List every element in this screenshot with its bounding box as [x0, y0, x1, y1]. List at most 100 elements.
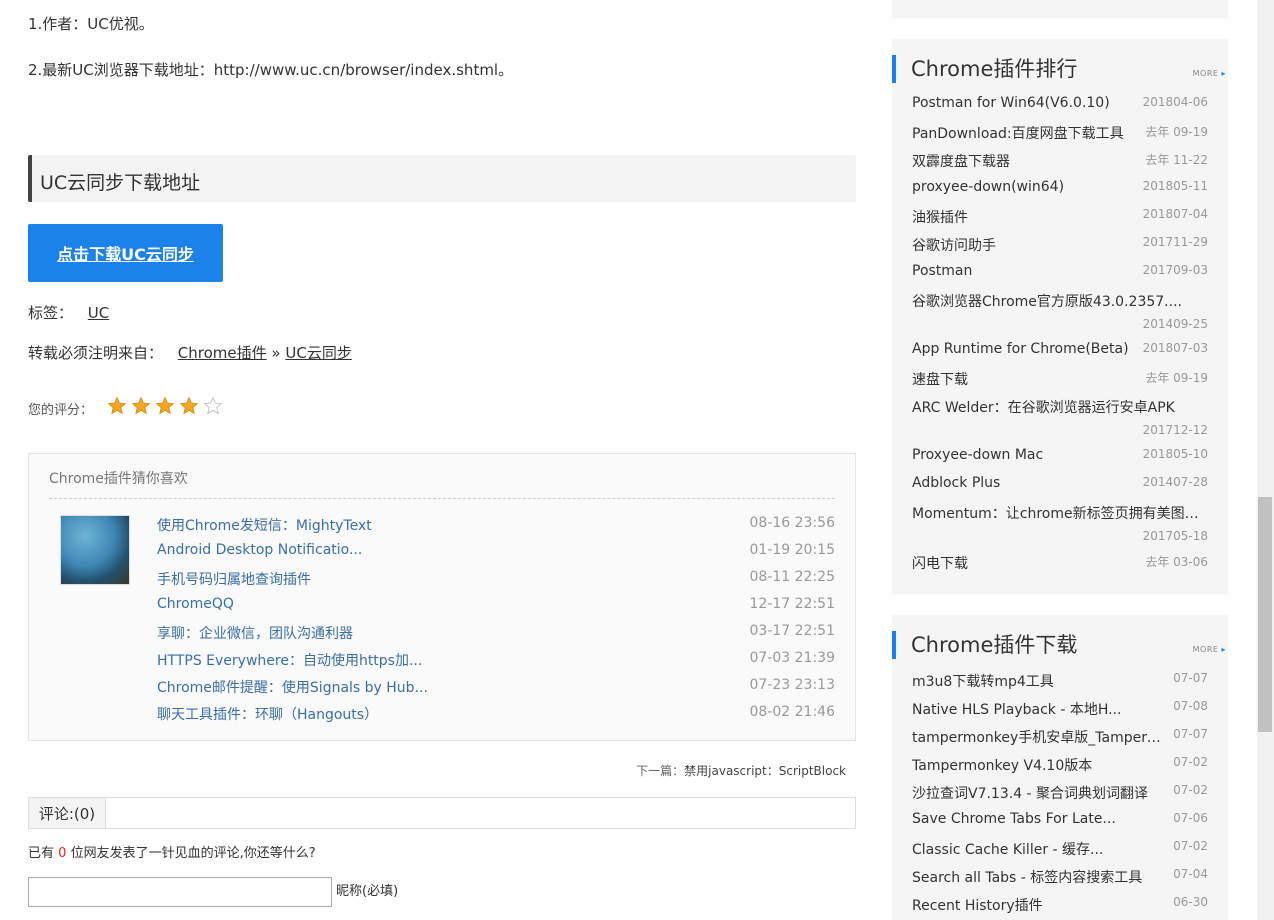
recommend-item[interactable]: Chrome邮件提醒：使用Signals by Hub... 07-23 23:1… — [157, 677, 835, 697]
download-item-title[interactable]: Native HLS Playback - 本地H... — [912, 699, 1122, 719]
scrollbar-thumb[interactable] — [1258, 497, 1272, 732]
ranking-item-title[interactable]: proxyee-down(win64) — [912, 179, 1064, 195]
star-filled-icon[interactable] — [107, 396, 127, 416]
ranking-item-title[interactable]: ARC Welder：在谷歌浏览器运行安卓APK — [912, 397, 1175, 417]
more-arrow-icon: ▸ — [1221, 645, 1226, 654]
recommend-box: Chrome插件猜你喜欢 使用Chrome发短信：MightyText 08-16… — [28, 453, 856, 741]
more-arrow-icon: ▸ — [1221, 69, 1226, 78]
ranking-item[interactable]: 谷歌访问助手 201711-29 — [912, 235, 1208, 255]
page-scrollbar[interactable] — [1257, 0, 1274, 920]
download-item[interactable]: 沙拉查词V7.13.4 - 聚合词典划词翻译 07-02 — [912, 783, 1208, 803]
ranking-item-title[interactable]: 双霹度盘下载器 — [912, 151, 1010, 171]
recommend-item-title[interactable]: 使用Chrome发短信：MightyText — [157, 515, 372, 535]
section-heading-text: UC云同步下载地址 — [40, 172, 201, 194]
ranking-item-title[interactable]: Postman for Win64(V6.0.10) — [912, 95, 1110, 111]
ranking-item[interactable]: 谷歌浏览器Chrome官方原版43.0.2357.... 201409-25 — [912, 291, 1208, 331]
ranking-item-title[interactable]: Postman — [912, 263, 972, 279]
download-button[interactable]: 点击下载UC云同步 — [28, 224, 223, 282]
ranking-item-title[interactable]: 谷歌访问助手 — [912, 235, 996, 255]
recommend-item-title[interactable]: 手机号码归属地查询插件 — [157, 569, 311, 589]
source-link-uc-sync[interactable]: UC云同步 — [285, 344, 351, 362]
download-item[interactable]: Search all Tabs - 标签内容搜索工具 07-04 — [912, 867, 1208, 887]
recommend-item[interactable]: 聊天工具插件：环聊（Hangouts） 08-02 21:46 — [157, 704, 835, 724]
download-item[interactable]: Tampermonkey V4.10版本 07-02 — [912, 755, 1208, 775]
ranking-item[interactable]: 双霹度盘下载器 去年 11-22 — [912, 151, 1208, 171]
next-article: 下一篇：禁用javascript：ScriptBlock — [636, 762, 846, 779]
star-filled-icon[interactable] — [155, 396, 175, 416]
next-article-link[interactable]: 禁用javascript：ScriptBlock — [684, 764, 846, 778]
ranking-item[interactable]: 油猴插件 201807-04 — [912, 207, 1208, 227]
star-empty-icon[interactable] — [203, 396, 223, 416]
rating-stars[interactable] — [107, 396, 223, 416]
download-item-title[interactable]: Classic Cache Killer - 缓存... — [912, 839, 1103, 859]
tag-link-uc[interactable]: UC — [88, 304, 109, 322]
download-item-title[interactable]: tampermonkey手机安卓版_Tamperm... — [912, 727, 1167, 747]
section-heading: UC云同步下载地址 — [28, 155, 856, 202]
nickname-input[interactable] — [28, 877, 332, 907]
comment-count-suffix: 位网友发表了一针见血的评论,你还等什么? — [70, 846, 316, 861]
recommend-item-date: 12-17 22:51 — [749, 596, 835, 612]
recommend-item[interactable]: 手机号码归属地查询插件 08-11 22:25 — [157, 569, 835, 589]
ranking-item[interactable]: proxyee-down(win64) 201805-11 — [912, 179, 1208, 199]
recommend-item[interactable]: Android Desktop Notificatio... 01-19 20:1… — [157, 542, 835, 562]
ranking-item[interactable]: Postman for Win64(V6.0.10) 201804-06 — [912, 95, 1208, 115]
download-item-date: 07-04 — [1173, 867, 1208, 881]
download-item[interactable]: Save Chrome Tabs For Late... 07-06 — [912, 811, 1208, 831]
recommend-item[interactable]: ChromeQQ 12-17 22:51 — [157, 596, 835, 616]
ranking-item[interactable]: Adblock Plus 201407-28 — [912, 475, 1208, 495]
recommend-item-title[interactable]: 聊天工具插件：环聊（Hangouts） — [157, 704, 378, 724]
ranking-item[interactable]: App Runtime for Chrome(Beta) 201807-03 — [912, 341, 1208, 361]
ranking-item-title[interactable]: 速盘下载 — [912, 369, 968, 389]
ranking-item-title[interactable]: 谷歌浏览器Chrome官方原版43.0.2357.... — [912, 291, 1182, 311]
download-item-date: 07-07 — [1173, 671, 1208, 685]
ranking-item-title[interactable]: Adblock Plus — [912, 475, 1000, 491]
download-item-title[interactable]: Tampermonkey V4.10版本 — [912, 755, 1092, 775]
download-item[interactable]: m3u8下载转mp4工具 07-07 — [912, 671, 1208, 691]
recommend-item[interactable]: 使用Chrome发短信：MightyText 08-16 23:56 — [157, 515, 835, 535]
ranking-item[interactable]: 速盘下载 去年 09-19 — [912, 369, 1208, 389]
recommend-item-date: 07-03 21:39 — [749, 650, 835, 666]
download-item-date: 07-06 — [1173, 811, 1208, 825]
ranking-item-title[interactable]: Momentum：让chrome新标签页拥有美图、... — [912, 503, 1208, 523]
ranking-item[interactable]: Momentum：让chrome新标签页拥有美图、... 201705-18 — [912, 503, 1208, 543]
download-item-title[interactable]: 沙拉查词V7.13.4 - 聚合词典划词翻译 — [912, 783, 1148, 803]
recommend-item-title[interactable]: ChromeQQ — [157, 596, 234, 612]
ranking-item[interactable]: PanDownload:百度网盘下载工具 去年 09-19 — [912, 123, 1208, 143]
recommend-item-title[interactable]: Android Desktop Notificatio... — [157, 542, 362, 558]
download-item-title[interactable]: Recent History插件 — [912, 895, 1043, 915]
ranking-item-title[interactable]: Proxyee-down Mac — [912, 447, 1043, 463]
ranking-item-title[interactable]: 闪电下载 — [912, 553, 968, 573]
ranking-item-title[interactable]: PanDownload:百度网盘下载工具 — [912, 123, 1124, 143]
recommend-item-title[interactable]: Chrome邮件提醒：使用Signals by Hub... — [157, 677, 428, 697]
recommend-item[interactable]: 享聊：企业微信，团队沟通利器 03-17 22:51 — [157, 623, 835, 643]
recommend-thumbnail[interactable] — [60, 515, 130, 585]
download-item-title[interactable]: Search all Tabs - 标签内容搜索工具 — [912, 867, 1142, 887]
ranking-item-date: 201709-03 — [1142, 263, 1208, 277]
download-item[interactable]: tampermonkey手机安卓版_Tamperm... 07-07 — [912, 727, 1208, 747]
recommend-item-title[interactable]: HTTPS Everywhere：自动使用https加... — [157, 650, 422, 670]
ranking-item-title[interactable]: 油猴插件 — [912, 207, 968, 227]
comment-count-number: 0 — [58, 846, 67, 861]
ranking-item-title[interactable]: App Runtime for Chrome(Beta) — [912, 341, 1129, 357]
download-item[interactable]: Classic Cache Killer - 缓存... 07-02 — [912, 839, 1208, 859]
source-link-chrome-plugins[interactable]: Chrome插件 — [178, 344, 267, 362]
ranking-item[interactable]: Postman 201709-03 — [912, 263, 1208, 283]
star-filled-icon[interactable] — [179, 396, 199, 416]
downloads-more-link[interactable]: MORE ▸ — [1193, 645, 1226, 654]
ranking-item[interactable]: ARC Welder：在谷歌浏览器运行安卓APK 201712-12 — [912, 397, 1208, 437]
ranking-item-date: 201805-10 — [1142, 447, 1208, 461]
star-filled-icon[interactable] — [131, 396, 151, 416]
nickname-label: 昵称(必填) — [336, 884, 399, 899]
comment-tab[interactable]: 评论:(0) — [29, 798, 106, 828]
ranking-item[interactable]: 闪电下载 去年 03-06 — [912, 553, 1208, 573]
download-item-title[interactable]: m3u8下载转mp4工具 — [912, 671, 1054, 691]
download-item[interactable]: Recent History插件 06-30 — [912, 895, 1208, 915]
recommend-item[interactable]: HTTPS Everywhere：自动使用https加... 07-03 21:3… — [157, 650, 835, 670]
download-item[interactable]: Native HLS Playback - 本地H... 07-08 — [912, 699, 1208, 719]
download-item-title[interactable]: Save Chrome Tabs For Late... — [912, 811, 1116, 827]
ranking-item[interactable]: Proxyee-down Mac 201805-10 — [912, 447, 1208, 467]
sidebar-ranking: Chrome插件排行 MORE ▸ Postman for Win64(V6.0… — [892, 39, 1228, 594]
ranking-more-link[interactable]: MORE ▸ — [1193, 69, 1226, 78]
recommend-item-title[interactable]: 享聊：企业微信，团队沟通利器 — [157, 623, 353, 643]
download-item-date: 07-02 — [1173, 755, 1208, 769]
